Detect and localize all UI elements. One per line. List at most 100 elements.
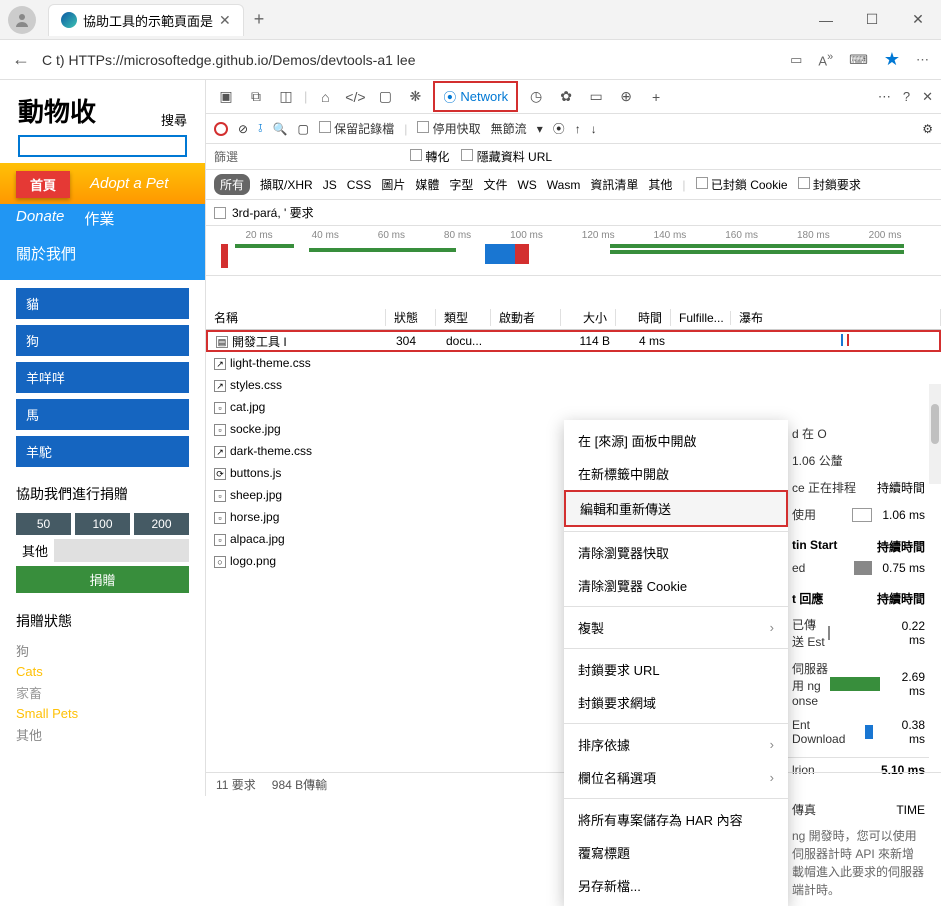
device-icon[interactable]: ⧉: [244, 85, 268, 109]
filter-ws[interactable]: WS: [517, 178, 536, 192]
filter-input[interactable]: 篩選: [214, 148, 238, 165]
sources-icon[interactable]: ❋: [403, 85, 427, 109]
elements-icon[interactable]: </>: [343, 85, 367, 109]
col-waterfall[interactable]: 瀑布: [731, 309, 941, 326]
ctx-block-domain[interactable]: 封鎖要求網域: [564, 686, 788, 719]
filter-other[interactable]: 其他: [648, 176, 672, 193]
scrollbar[interactable]: [929, 384, 941, 484]
col-initiator[interactable]: 啟動者: [491, 309, 561, 326]
ctx-clear-cookie[interactable]: 清除瀏覽器 Cookie: [564, 569, 788, 602]
close-window-button[interactable]: ✕: [895, 0, 941, 40]
animal-cat[interactable]: 貓: [16, 288, 189, 319]
blocked-cookies-checkbox[interactable]: [696, 177, 708, 189]
animal-sheep[interactable]: 羊咩咩: [16, 362, 189, 393]
throttle-select[interactable]: 無節流: [491, 120, 527, 137]
profile-avatar[interactable]: [8, 6, 36, 34]
table-row[interactable]: ↗styles.css: [206, 374, 941, 396]
animal-dog[interactable]: 狗: [16, 325, 189, 356]
other-input[interactable]: [54, 539, 189, 562]
nav-donate[interactable]: Donate: [16, 204, 64, 233]
clear-icon[interactable]: ⊘: [238, 122, 248, 136]
animal-alpaca[interactable]: 羊駝: [16, 436, 189, 467]
third-party-checkbox[interactable]: [214, 207, 226, 219]
filter-img[interactable]: 圖片: [381, 176, 405, 193]
filter-font[interactable]: 字型: [449, 176, 473, 193]
screenshot-icon[interactable]: ▢: [297, 122, 308, 136]
throttle-dropdown-icon[interactable]: ▾: [537, 122, 543, 136]
hide-data-checkbox[interactable]: [461, 149, 473, 161]
url-field[interactable]: C t) HTTPs://microsoftedge.github.io/Dem…: [42, 52, 778, 68]
preserve-log-checkbox[interactable]: [319, 121, 331, 133]
col-status[interactable]: 狀態: [386, 309, 436, 326]
nav-home[interactable]: 首頁: [16, 171, 70, 198]
upload-icon[interactable]: ↑: [575, 122, 581, 136]
nav-jobs[interactable]: 作業: [84, 204, 114, 233]
download-icon[interactable]: ↓: [591, 122, 597, 136]
animal-horse[interactable]: 馬: [16, 399, 189, 430]
ctx-open-tab[interactable]: 在新標籤中開啟: [564, 457, 788, 490]
col-time[interactable]: 時間: [616, 309, 671, 326]
search-icon[interactable]: 🔍: [273, 122, 288, 136]
ctx-clear-cache[interactable]: 清除瀏覽器快取: [564, 536, 788, 569]
minimize-button[interactable]: —: [803, 0, 849, 40]
help-icon[interactable]: ?: [903, 89, 910, 104]
filter-all[interactable]: 所有: [214, 174, 250, 195]
filter-media[interactable]: 媒體: [415, 176, 439, 193]
devtools-close-icon[interactable]: ✕: [922, 89, 933, 105]
tab-close-icon[interactable]: ✕: [219, 12, 231, 29]
ctx-header-opts[interactable]: 欄位名稱選項›: [564, 761, 788, 794]
disable-cache-checkbox[interactable]: [417, 121, 429, 133]
more-icon[interactable]: ⋯: [916, 52, 929, 68]
ctx-save-har[interactable]: 將所有專案儲存為 HAR 內容: [564, 803, 788, 836]
filter-js[interactable]: JS: [323, 178, 337, 192]
col-type[interactable]: 類型: [436, 309, 491, 326]
devtools-menu-icon[interactable]: ⋯: [878, 89, 891, 105]
amount-100[interactable]: 100: [75, 513, 130, 535]
table-row[interactable]: ↗light-theme.css: [206, 352, 941, 374]
dock-icon[interactable]: ◫: [274, 85, 298, 109]
filter-manifest[interactable]: 資訊清單: [590, 176, 638, 193]
col-name[interactable]: 名稱: [206, 309, 386, 326]
invert-checkbox[interactable]: [410, 149, 422, 161]
more-tabs-icon[interactable]: +: [644, 85, 668, 109]
col-size[interactable]: 大小: [561, 309, 616, 326]
filter-wasm[interactable]: Wasm: [547, 178, 581, 192]
table-row[interactable]: ▫cat.jpg: [206, 396, 941, 418]
application-icon[interactable]: ▭: [584, 85, 608, 109]
security-icon[interactable]: ⊕: [614, 85, 638, 109]
inspect-icon[interactable]: ▣: [214, 85, 238, 109]
col-fulfilled[interactable]: Fulfille...: [671, 311, 731, 325]
translate-icon[interactable]: ⌨: [849, 52, 868, 68]
ctx-open-sources[interactable]: 在 [來源] 面板中開啟: [564, 424, 788, 457]
record-button[interactable]: [214, 122, 228, 136]
table-row[interactable]: ▤開發工具 I 304 docu... 114 B 4 ms: [206, 330, 941, 352]
maximize-button[interactable]: ☐: [849, 0, 895, 40]
back-button[interactable]: ←: [12, 49, 30, 70]
welcome-icon[interactable]: ⌂: [313, 85, 337, 109]
online-icon[interactable]: ⦿: [553, 120, 565, 137]
reader-icon[interactable]: ▭: [790, 52, 802, 68]
browser-tab[interactable]: 協助工具的示範頁面是 ✕: [48, 4, 244, 36]
amount-200[interactable]: 200: [134, 513, 189, 535]
ctx-override-hdr[interactable]: 覆寫標題: [564, 836, 788, 869]
ctx-block-url[interactable]: 封鎖要求 URL: [564, 653, 788, 686]
filter-icon[interactable]: ⫱: [258, 121, 262, 136]
memory-icon[interactable]: ✿: [554, 85, 578, 109]
donate-button[interactable]: 捐贈: [16, 566, 189, 593]
console-icon[interactable]: ▢: [373, 85, 397, 109]
amount-50[interactable]: 50: [16, 513, 71, 535]
ctx-edit-resend[interactable]: 編輯和重新傳送: [564, 490, 788, 527]
search-input[interactable]: [18, 135, 187, 157]
nav-adopt[interactable]: Adopt a Pet: [90, 171, 168, 198]
ctx-copy[interactable]: 複製›: [564, 611, 788, 644]
performance-icon[interactable]: ◷: [524, 85, 548, 109]
filter-doc[interactable]: 文件: [483, 176, 507, 193]
settings-icon[interactable]: ⚙: [922, 122, 933, 136]
favorite-icon[interactable]: ★: [884, 49, 900, 70]
filter-css[interactable]: CSS: [347, 178, 372, 192]
blocked-req-checkbox[interactable]: [798, 177, 810, 189]
filter-fetch[interactable]: 擷取/XHR: [260, 176, 313, 193]
nav-about[interactable]: 關於我們: [16, 239, 189, 268]
ctx-save-as[interactable]: 另存新檔...: [564, 869, 788, 902]
network-tab[interactable]: ⦿ Network: [433, 81, 518, 112]
